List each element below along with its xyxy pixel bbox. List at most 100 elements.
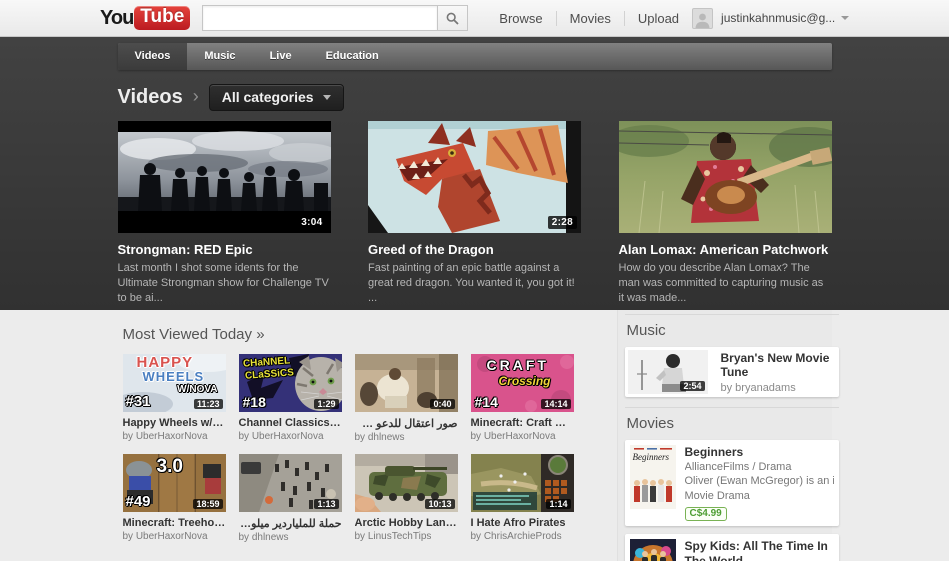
video-author[interactable]: by UberHaxorNova xyxy=(123,531,226,542)
thumbnail-happy-wheels[interactable]: HAPPY WHEELS W/NOVA #31 11:23 xyxy=(122,354,226,412)
video-title[interactable]: صور اعتقال للدعو سيف الإ... xyxy=(355,417,458,430)
thumb-text: HAPPY xyxy=(136,354,194,371)
price-badge[interactable]: C$4.99 xyxy=(684,506,727,521)
most-viewed-heading[interactable]: Most Viewed Today » xyxy=(123,326,617,343)
video-author[interactable]: by dhlnews xyxy=(355,432,458,443)
tab-education[interactable]: Education xyxy=(309,43,396,70)
tab-videos[interactable]: Videos xyxy=(117,43,188,70)
video-author[interactable]: by dhlnews xyxy=(239,532,342,543)
nav-browse[interactable]: Browse xyxy=(486,11,555,26)
video-card-afro-pirates[interactable]: 1:14 I Hate Afro Pirates by ChrisArchieP… xyxy=(470,454,574,543)
video-title[interactable]: Channel Classics #... xyxy=(239,417,342,429)
duration-badge: 2:28 xyxy=(547,216,577,229)
movies-section-heading[interactable]: Movies xyxy=(624,407,839,440)
sidebar: Music 2:54 Bryan's New Movie Tune by bry… xyxy=(616,310,839,561)
search-input[interactable] xyxy=(202,5,438,31)
thumb-text: CRAFT xyxy=(486,357,549,373)
video-card-happy-wheels[interactable]: HAPPY WHEELS W/NOVA #31 11:23 Happy Whee… xyxy=(122,354,226,443)
duration-badge: 10:13 xyxy=(425,499,455,509)
video-author[interactable]: by ChrisArchieProds xyxy=(471,531,574,542)
video-author[interactable]: by UberHaxorNova xyxy=(123,431,226,442)
video-card-craft-crossing[interactable]: CRAFT Crossing #14 14:14 Minecraft: Craf… xyxy=(470,354,574,443)
video-title[interactable]: Alan Lomax: American Patchwork xyxy=(619,242,832,257)
duration-badge: 0:40 xyxy=(430,399,455,409)
duration-badge: 1:14 xyxy=(546,499,571,509)
thumb-number: #14 xyxy=(474,394,498,410)
video-title[interactable]: Greed of the Dragon xyxy=(368,242,581,257)
alan-lomax-thumb-art xyxy=(618,121,832,233)
movie-card-beginners[interactable]: Beginners Beginners AllianceFilms / Dram… xyxy=(624,440,839,526)
thumbnail-strongman[interactable]: 3:04 xyxy=(117,121,331,233)
video-title[interactable]: Arctic Hobby Land ... xyxy=(355,517,458,529)
duration-badge: 11:23 xyxy=(193,399,223,409)
account-menu[interactable]: justinkahnmusic@g... xyxy=(692,7,850,29)
search-bar xyxy=(202,5,469,31)
thumb-number: #31 xyxy=(125,393,151,410)
youtube-logo[interactable]: You Tube xyxy=(100,6,191,30)
thumbnail-dragon[interactable]: 2:28 xyxy=(368,121,581,233)
breadcrumb: Videos › All categories xyxy=(118,83,832,111)
poster-beginners[interactable]: Beginners xyxy=(629,445,676,509)
duration-badge: 18:59 xyxy=(193,499,223,509)
movie-title[interactable]: Beginners xyxy=(685,445,834,460)
tab-live[interactable]: Live xyxy=(253,43,309,70)
thumb-number: #49 xyxy=(125,493,151,510)
poster-spy-kids[interactable]: SPY xyxy=(629,538,676,561)
video-title[interactable]: Happy Wheels w/No... xyxy=(123,417,226,429)
avatar xyxy=(692,7,714,29)
duration-badge: 1:13 xyxy=(314,499,339,509)
user-silhouette-icon xyxy=(695,13,710,28)
nav-upload[interactable]: Upload xyxy=(623,10,692,26)
movie-card-spy-kids[interactable]: SPY Spy Kids: All The Time In The World … xyxy=(624,533,839,561)
breadcrumb-arrow: › xyxy=(192,85,199,106)
all-categories-dropdown[interactable]: All categories xyxy=(208,83,344,111)
thumbnail-alan-lomax[interactable] xyxy=(618,121,832,233)
video-title[interactable]: Minecraft: Treehous... xyxy=(123,517,226,529)
video-title[interactable]: حملة للملياردير ميلود الشعبي، xyxy=(239,517,342,530)
logo-you-text: You xyxy=(100,6,134,29)
duration-badge: 14:14 xyxy=(541,399,571,409)
search-button[interactable] xyxy=(437,5,469,31)
account-name: justinkahnmusic@g... xyxy=(721,11,836,25)
video-title[interactable]: I Hate Afro Pirates xyxy=(471,517,574,529)
tab-music[interactable]: Music xyxy=(187,43,252,70)
thumbnail-craft-crossing[interactable]: CRAFT Crossing #14 14:14 xyxy=(470,354,574,412)
logo-tube-text: Tube xyxy=(134,6,191,30)
thumbnail-minecraft-treehouse[interactable]: 3.0 #49 18:59 xyxy=(122,454,226,512)
music-author[interactable]: by bryanadams xyxy=(721,382,836,394)
most-viewed-grid: HAPPY WHEELS W/NOVA #31 11:23 Happy Whee… xyxy=(122,354,617,543)
music-title[interactable]: Bryan's New Movie Tune xyxy=(721,351,836,379)
music-card-bryan[interactable]: 2:54 Bryan's New Movie Tune by bryanadam… xyxy=(624,347,839,397)
thumbnail-channel-classics[interactable]: CHaNNEL CLaSSiCS #18 1:29 xyxy=(238,354,342,412)
video-description: Last month I shot some idents for the Ul… xyxy=(117,262,329,304)
thumbnail-arabic-news[interactable]: 0:40 xyxy=(354,354,458,412)
video-author[interactable]: by UberHaxorNova xyxy=(471,431,574,442)
video-description: Fast painting of an epic battle against … xyxy=(368,262,575,304)
thumb-text: W/NOVA xyxy=(177,384,218,395)
thumbnail-bryan-tune[interactable]: 2:54 xyxy=(627,350,708,394)
page-title: Videos xyxy=(117,85,183,108)
video-card-arctic-hobby[interactable]: 10:13 Arctic Hobby Land ... by LinusTech… xyxy=(354,454,458,543)
duration-badge: 2:54 xyxy=(680,381,705,391)
top-bar: You Tube Browse Movies Upload justinkahn… xyxy=(0,0,949,37)
thumbnail-arctic-hobby[interactable]: 10:13 xyxy=(354,454,458,512)
video-title[interactable]: Minecraft: Craft Cro... xyxy=(471,417,574,429)
music-section-heading[interactable]: Music xyxy=(624,314,839,347)
thumbnail-afro-pirates[interactable]: 1:14 xyxy=(470,454,574,512)
video-card-arabic-crowd[interactable]: 1:13 حملة للملياردير ميلود الشعبي، by dh… xyxy=(238,454,342,543)
spy-kids-poster-art xyxy=(629,538,676,561)
youtube-browse-page: You Tube Browse Movies Upload justinkahn… xyxy=(0,0,949,561)
video-card-channel-classics[interactable]: CHaNNEL CLaSSiCS #18 1:29 Channel Classi… xyxy=(238,354,342,443)
featured-section: Videos Music Live Education Videos › All… xyxy=(0,37,949,344)
video-card-arabic-news[interactable]: 0:40 صور اعتقال للدعو سيف الإ... by dhln… xyxy=(354,354,458,443)
video-author[interactable]: by LinusTechTips xyxy=(355,531,458,542)
thumbnail-arabic-crowd[interactable]: 1:13 xyxy=(238,454,342,512)
video-author[interactable]: by UberHaxorNova xyxy=(239,431,342,442)
video-card-minecraft-treehouse[interactable]: 3.0 #49 18:59 Minecraft: Treehous... by … xyxy=(122,454,226,543)
video-title[interactable]: Strongman: RED Epic xyxy=(118,242,331,257)
nav-movies[interactable]: Movies xyxy=(555,10,624,26)
movie-title[interactable]: Spy Kids: All The Time In The World xyxy=(685,539,834,561)
thumb-number: #18 xyxy=(242,394,266,410)
poster-title-text: Beginners xyxy=(632,452,670,462)
movie-description: Oliver (Ewan McGregor) is an ill... xyxy=(684,475,834,488)
